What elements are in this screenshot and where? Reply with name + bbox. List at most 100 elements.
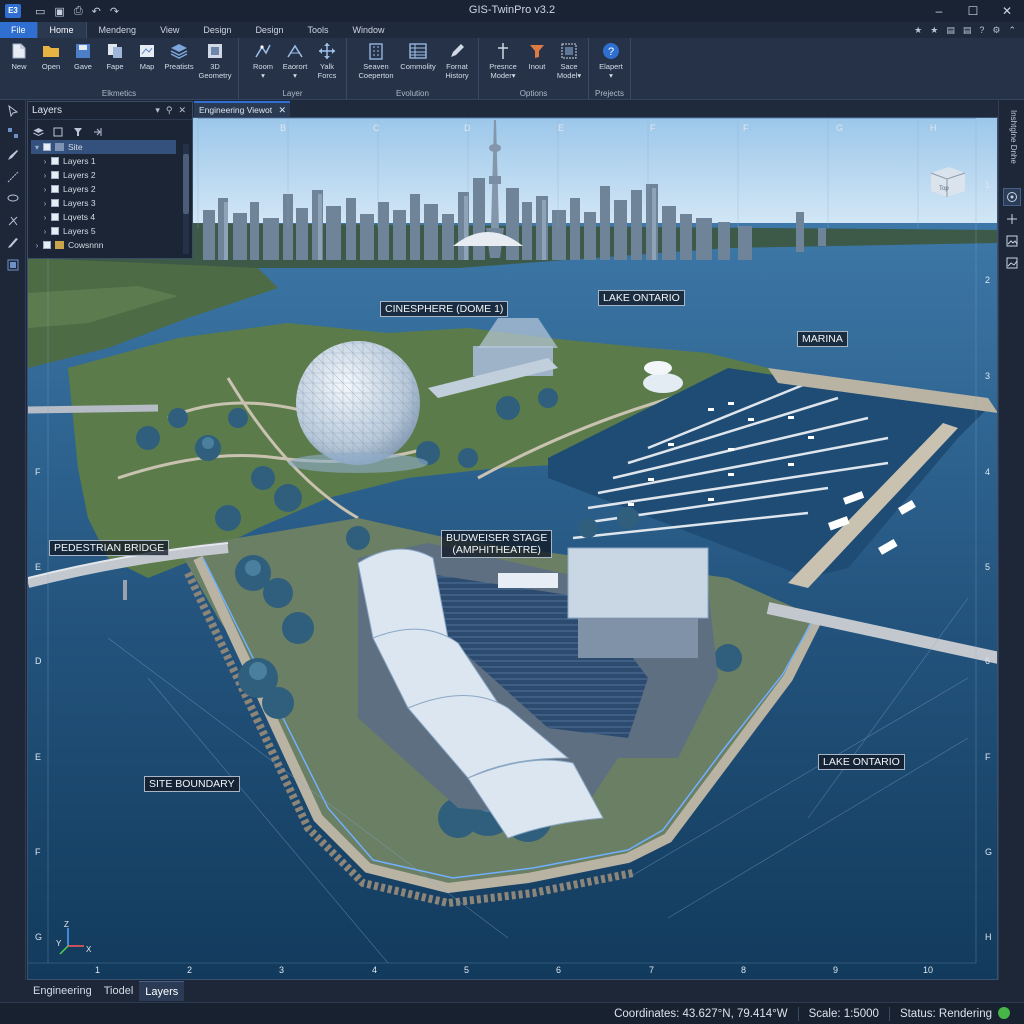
grid-col-label: B [280,123,287,133]
select-pointer-icon[interactable] [0,100,26,122]
grid-row-label: 4 [985,467,991,477]
view-cube-label: Top [939,186,949,192]
save-icon[interactable]: ▣ [54,5,64,18]
annotation-budweiser-stage[interactable]: BUDWEISER STAGE (AMPHITHEATRE) [441,530,553,558]
tab-window[interactable]: Window [340,22,396,38]
close-button[interactable]: ✕ [990,0,1024,22]
table-icon [409,42,427,60]
visibility-checkbox[interactable] [51,171,59,179]
link-icon[interactable] [93,124,104,136]
visibility-checkbox[interactable] [51,199,59,207]
expand-icon[interactable]: › [39,227,51,236]
tree-item-layer[interactable]: › Layers 2 [31,168,176,182]
view-cube[interactable]: Top [925,163,967,199]
move-icon[interactable] [1003,210,1021,228]
tree-item-layer[interactable]: › Layers 1 [31,154,176,168]
pin-icon [494,42,512,60]
tree-item-group[interactable]: › Cowsnnn [31,238,176,252]
tab-design-2[interactable]: Design [243,22,295,38]
bottom-tab-bar: Engineering Tiodel Layers [27,981,998,1001]
tab-view[interactable]: View [148,22,191,38]
tab-engineering[interactable]: Engineering [27,981,98,1001]
pen-tool-icon[interactable] [0,144,26,166]
tab-home[interactable]: Home [36,22,87,38]
grid-col-label: H [930,123,937,133]
close-tab-icon[interactable]: ✕ [279,103,287,117]
layers-stack-icon[interactable] [33,124,44,137]
maximize-button[interactable]: ☐ [956,0,990,22]
grid-row-label: G [35,932,43,942]
settings-icon[interactable]: ⚙ [992,25,1000,36]
ribbon-group-label: Elkmetics [101,89,137,98]
tab-layers[interactable]: Layers [139,981,185,1001]
panel-menu-icon[interactable]: ▾ [155,105,160,116]
visibility-checkbox[interactable] [51,185,59,193]
tree-item-layer[interactable]: › Layers 3 [31,196,176,210]
print-icon[interactable]: ⎙ [74,5,83,18]
doc-icon[interactable]: ▤ [946,25,955,36]
image-icon[interactable] [1003,232,1021,250]
filter-icon[interactable] [73,124,84,136]
layer-tool-icon[interactable] [0,254,26,276]
annotation-site-boundary[interactable]: SITE BOUNDARY [144,776,240,792]
annotation-lake-ontario-north[interactable]: LAKE ONTARIO [598,290,685,306]
tab-tools[interactable]: Tools [295,22,340,38]
grid-col-label: 2 [187,965,193,975]
minimize-button[interactable]: – [922,0,956,22]
expand-icon[interactable]: › [39,157,51,166]
doc-icon[interactable]: ▤ [963,25,972,36]
axis-y-label: Y [56,939,62,948]
ribbon-group-elkmetics: New Open Gave Fape Map Preatists 3D Geom… [0,38,239,100]
chart-icon[interactable] [1003,254,1021,272]
folder-icon[interactable]: ▭ [35,5,45,18]
star-icon[interactable]: ★ [914,25,922,36]
measure-icon[interactable] [0,166,26,188]
tree-item-layer[interactable]: › Layers 5 [31,224,176,238]
lasso-icon[interactable] [0,188,26,210]
help-icon[interactable]: ? [979,25,984,35]
tree-item-layer[interactable]: › Layers 2 [31,182,176,196]
visibility-checkbox[interactable] [43,241,51,249]
new-doc-icon [10,42,28,60]
cut-icon[interactable] [0,210,26,232]
visibility-checkbox[interactable] [51,213,59,221]
annotation-pedestrian-bridge[interactable]: PEDESTRIAN BRIDGE [49,540,170,556]
visibility-checkbox[interactable] [51,157,59,165]
expand-icon[interactable]: › [31,241,43,250]
scrollbar-thumb[interactable] [183,154,189,214]
map-icon [138,42,156,60]
tab-design[interactable]: Design [191,22,243,38]
status-bar: Coordinates: 43.627°N, 79.414°W Scale: 1… [0,1002,1024,1024]
node-select-icon[interactable] [0,122,26,144]
tab-tiodel[interactable]: Tiodel [98,981,140,1001]
visibility-checkbox[interactable] [43,143,51,151]
chevron-icon[interactable]: ⌃ [1008,25,1016,36]
collapse-icon[interactable]: ▾ [31,143,43,152]
tab-file[interactable]: File [0,22,37,38]
expand-icon[interactable]: › [39,213,51,222]
undo-icon[interactable]: ↶ [92,5,101,18]
tab-mendeng[interactable]: Mendeng [87,22,149,38]
expand-icon[interactable]: › [39,185,51,194]
brush-icon[interactable] [0,232,26,254]
annotation-cinesphere[interactable]: CINESPHERE (DOME 1) [380,301,509,317]
tab-engineering-viewport[interactable]: Engineering Viewot ✕ [194,101,291,117]
redo-icon[interactable]: ↷ [110,5,119,18]
star-icon[interactable]: ★ [930,25,938,36]
close-panel-icon[interactable]: ✕ [178,105,186,116]
tree-item-site[interactable]: ▾ Site [31,140,176,154]
target-icon[interactable] [1003,188,1021,206]
expand-icon[interactable]: › [39,171,51,180]
visibility-checkbox[interactable] [51,227,59,235]
grid-row-label: 3 [985,371,991,381]
annotation-lake-ontario-south[interactable]: LAKE ONTARIO [818,754,905,770]
grid-row-label: 1 [985,180,991,190]
pin-panel-icon[interactable]: ⚲ [166,105,173,116]
layers-scrollbar[interactable] [183,144,189,254]
svg-text:?: ? [608,46,614,58]
expand-icon[interactable]: › [39,199,51,208]
funnel-icon [528,42,546,60]
new-layer-icon[interactable] [53,124,64,137]
tree-item-layer[interactable]: › Lqvets 4 [31,210,176,224]
annotation-marina[interactable]: MARINA [797,331,848,347]
